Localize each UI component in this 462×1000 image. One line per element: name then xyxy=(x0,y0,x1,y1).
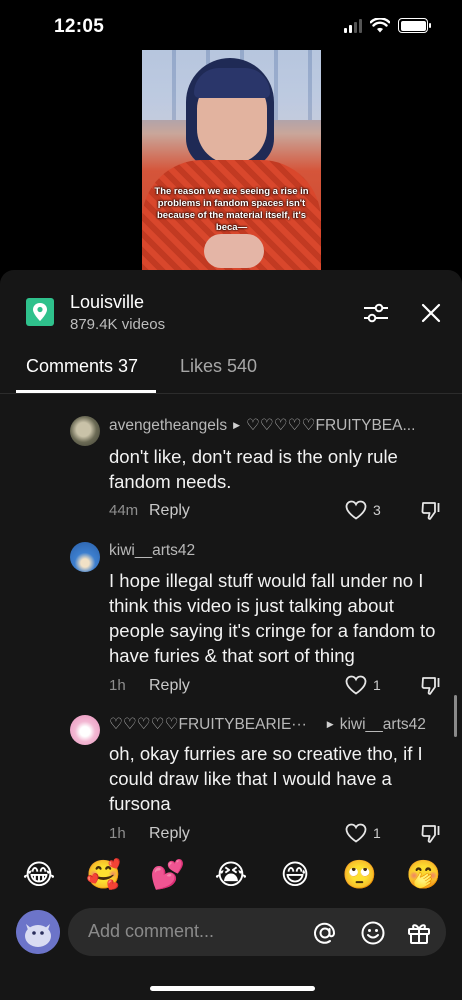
reply-arrow-icon: ▶ xyxy=(326,719,334,729)
reply-button[interactable]: Reply xyxy=(149,677,190,695)
comment-reply-to[interactable]: kiwi__arts42 xyxy=(340,716,426,734)
emoji-sweat-smile[interactable]: 😅 xyxy=(278,858,312,892)
at-icon[interactable] xyxy=(312,920,338,946)
my-avatar[interactable] xyxy=(16,910,60,954)
heart-icon xyxy=(345,500,367,520)
emoji-smiling-hearts[interactable]: 🥰 xyxy=(86,858,121,892)
comment-username[interactable]: avengetheangels xyxy=(109,417,227,435)
video-caption: The reason we are seeing a rise in probl… xyxy=(154,186,309,233)
place-title[interactable]: Louisville xyxy=(70,292,144,313)
wifi-icon xyxy=(370,18,390,33)
emoji-hand-over-mouth[interactable]: 🤭 xyxy=(406,858,441,892)
comment-text: I hope illegal stuff would fall under no… xyxy=(109,570,436,666)
comment-username[interactable]: kiwi__arts42 xyxy=(109,542,195,560)
filter-icon[interactable] xyxy=(362,300,390,326)
comment-time: 1h xyxy=(109,825,126,842)
reply-button[interactable]: Reply xyxy=(149,825,190,843)
tab-comments[interactable]: Comments 37 xyxy=(26,356,138,377)
emoji-eye-roll[interactable]: 🙄 xyxy=(342,858,377,892)
video-preview[interactable]: The reason we are seeing a rise in probl… xyxy=(142,50,321,270)
comment-reply-to[interactable]: ♡♡♡♡♡FRUITYBEA... xyxy=(246,416,415,435)
dislike-icon[interactable] xyxy=(420,823,442,845)
reply-button[interactable]: Reply xyxy=(149,502,190,520)
comment-username[interactable]: ♡♡♡♡♡FRUITYBEARIE··· xyxy=(109,715,307,734)
home-indicator[interactable] xyxy=(150,986,315,991)
like-button[interactable]: 3 xyxy=(345,500,381,520)
heart-icon xyxy=(345,675,367,695)
location-pin-icon[interactable] xyxy=(26,298,54,326)
scrollbar[interactable] xyxy=(454,695,457,737)
like-button[interactable]: 1 xyxy=(345,675,381,695)
emoji-crying[interactable]: 😭 xyxy=(214,858,248,892)
status-time: 12:05 xyxy=(54,16,105,37)
comment-item: kiwi__arts42 I hope illegal stuff would … xyxy=(70,542,450,702)
emoji-icon[interactable] xyxy=(360,920,386,946)
like-count: 1 xyxy=(373,825,381,841)
heart-icon xyxy=(345,823,367,843)
comment-item: ♡♡♡♡♡FRUITYBEARIE··· ▶ kiwi__arts42 oh, … xyxy=(70,715,450,845)
cellular-signal-icon xyxy=(344,18,362,33)
emoji-two-hearts[interactable]: 💕 xyxy=(150,858,185,892)
battery-icon xyxy=(398,18,431,33)
reply-arrow-icon: ▶ xyxy=(233,420,240,430)
comments-sheet: Louisville 879.4K videos Comments 37 Lik… xyxy=(0,270,462,1000)
comment-text: oh, okay furries are so creative tho, if… xyxy=(109,743,423,814)
comment-text: don't like, don't read is the only rule … xyxy=(109,446,398,492)
status-bar: 12:05 xyxy=(0,0,462,56)
place-video-count: 879.4K videos xyxy=(70,316,166,333)
status-icons xyxy=(344,18,431,33)
avatar[interactable] xyxy=(70,542,100,572)
dislike-icon[interactable] xyxy=(420,675,442,697)
comment-input-placeholder: Add comment... xyxy=(88,921,215,941)
active-tab-indicator xyxy=(16,390,156,393)
like-count: 3 xyxy=(373,502,381,518)
gift-icon[interactable] xyxy=(406,920,432,946)
like-button[interactable]: 1 xyxy=(345,823,381,843)
comment-input[interactable]: Add comment... xyxy=(68,908,446,956)
avatar[interactable] xyxy=(70,416,100,446)
comment-time: 44m xyxy=(109,502,139,519)
avatar[interactable] xyxy=(70,715,100,745)
comment-tabs: Comments 37 Likes 540 xyxy=(0,350,462,394)
like-count: 1 xyxy=(373,677,381,693)
comment-item: avengetheangels ▶ ♡♡♡♡♡FRUITYBEA... don'… xyxy=(70,416,450,526)
emoji-quick-bar: 😂 🥰 💕 😭 😅 🙄 🤭 xyxy=(0,858,462,898)
dislike-icon[interactable] xyxy=(420,500,442,522)
close-icon[interactable] xyxy=(418,300,444,326)
comment-time: 1h xyxy=(109,677,126,694)
emoji-laugh[interactable]: 😂 xyxy=(22,858,56,892)
tab-likes[interactable]: Likes 540 xyxy=(180,356,257,377)
